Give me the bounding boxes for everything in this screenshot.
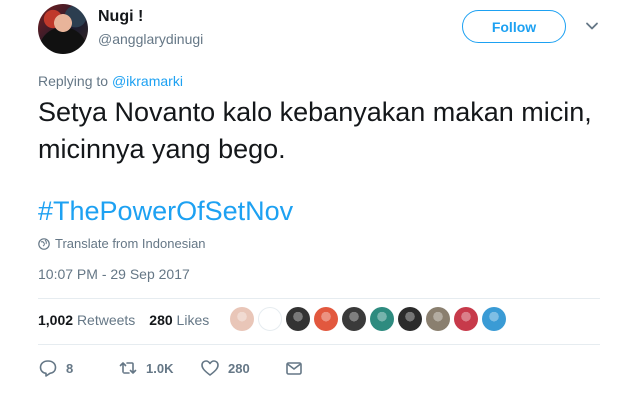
retweets-count: 1,002	[38, 312, 74, 328]
likes-stat[interactable]: 280 Likes	[149, 312, 209, 328]
chevron-down-icon[interactable]	[584, 18, 600, 34]
retweets-label: Retweets	[76, 312, 136, 328]
liker-avatar[interactable]	[258, 307, 282, 331]
liker-avatar[interactable]	[230, 307, 254, 331]
like-count: 280	[228, 360, 250, 376]
user-handle[interactable]: @angglarydinugi	[98, 31, 203, 47]
retweet-count: 1.0K	[146, 360, 174, 376]
reply-count: 8	[66, 360, 74, 376]
hashtag-link[interactable]: #ThePowerOfSetNov	[38, 196, 293, 227]
heart-icon	[201, 360, 219, 376]
tweet-actions: 8 1.0K 280	[38, 358, 304, 378]
liker-avatar[interactable]	[370, 307, 394, 331]
likes-label: Likes	[176, 312, 210, 328]
globe-icon	[38, 237, 50, 250]
follow-button[interactable]: Follow	[462, 10, 566, 43]
tweet-stats: 1,002 Retweets 280 Likes	[38, 312, 209, 328]
divider	[38, 344, 600, 345]
retweet-action[interactable]: 1.0K	[118, 358, 200, 378]
liker-avatar[interactable]	[314, 307, 338, 331]
replying-to: Replying to @ikramarki	[38, 73, 183, 89]
tweet-text: Setya Novanto kalo kebanyakan makan mici…	[38, 97, 592, 164]
liker-avatar[interactable]	[286, 307, 310, 331]
retweet-icon	[119, 362, 137, 374]
like-action[interactable]: 280	[200, 358, 284, 378]
liker-avatar[interactable]	[398, 307, 422, 331]
translate-label: Translate from Indonesian	[55, 236, 206, 251]
liker-avatars	[230, 307, 506, 331]
reply-action[interactable]: 8	[38, 358, 118, 378]
translate-link[interactable]: Translate from Indonesian	[38, 236, 206, 251]
reply-icon	[39, 360, 57, 377]
tweet-timestamp[interactable]: 10:07 PM - 29 Sep 2017	[38, 266, 190, 282]
user-avatar[interactable]	[38, 4, 88, 54]
divider	[38, 298, 600, 299]
retweets-stat[interactable]: 1,002 Retweets	[38, 312, 135, 328]
user-display-name[interactable]: Nugi !	[98, 8, 143, 26]
liker-avatar[interactable]	[342, 307, 366, 331]
replying-to-label: Replying to	[38, 73, 112, 89]
mail-icon	[286, 362, 302, 375]
liker-avatar[interactable]	[454, 307, 478, 331]
direct-message-action[interactable]	[284, 358, 304, 378]
liker-avatar[interactable]	[426, 307, 450, 331]
likes-count: 280	[149, 312, 173, 328]
replying-to-link[interactable]: @ikramarki	[112, 73, 183, 89]
liker-avatar[interactable]	[482, 307, 506, 331]
